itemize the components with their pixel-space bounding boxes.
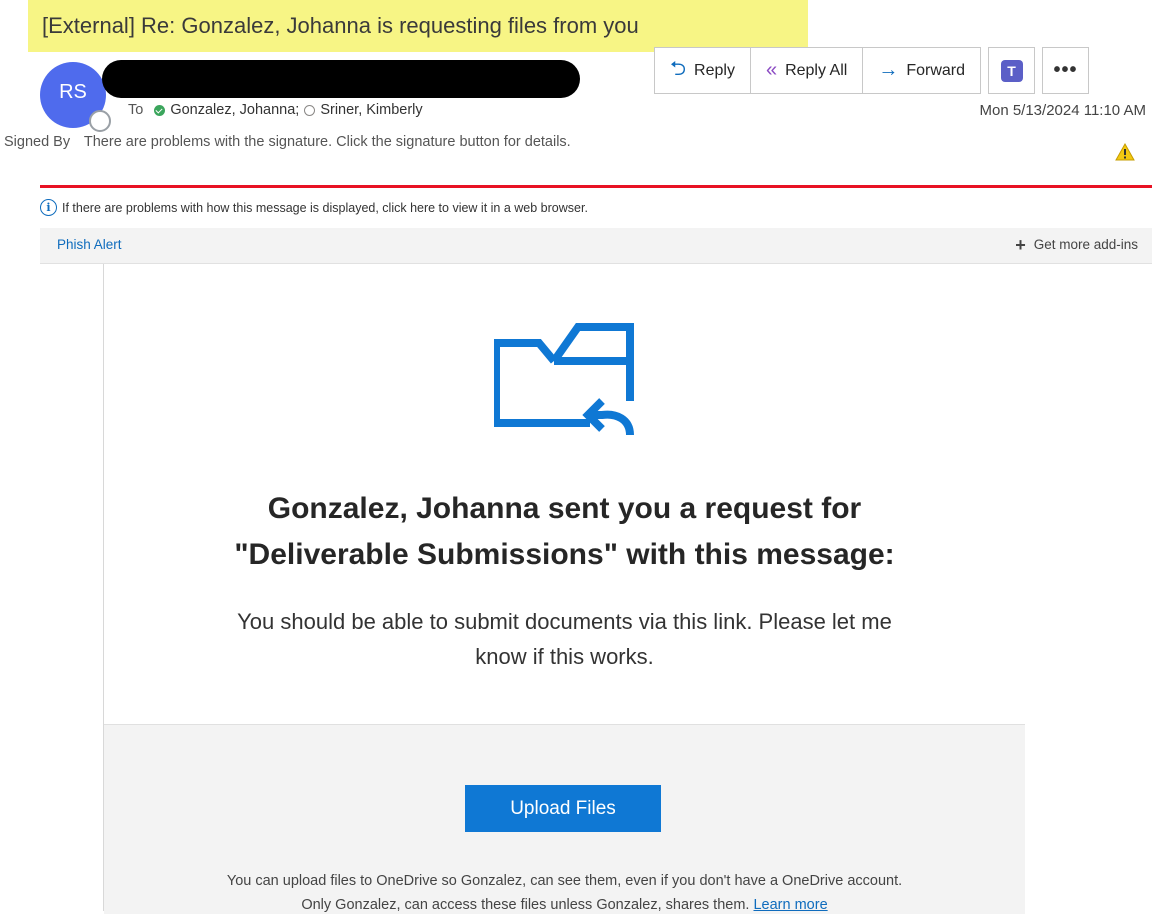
request-message: You should be able to submit documents v… <box>144 604 985 674</box>
footnote-line: You can upload files to OneDrive so Gonz… <box>226 873 903 889</box>
addins-bar: Phish Alert + Get more add-ins <box>40 228 1152 264</box>
warning-icon[interactable] <box>1115 143 1135 161</box>
reply-button-group: ⮌ Reply « Reply All → Forward <box>654 47 981 94</box>
footnote-line: Only Gonzalez, can access these files un… <box>104 893 1025 917</box>
recipients-line: To Gonzalez, Johanna; Sriner, Kimberly <box>128 102 423 118</box>
recipient-name[interactable]: Gonzalez, Johanna; <box>170 102 299 118</box>
get-more-addins-button[interactable]: + Get more add-ins <box>1015 234 1138 255</box>
message-line: You should be able to submit documents v… <box>237 609 892 634</box>
upload-panel: Upload Files You can upload files to One… <box>104 724 1025 914</box>
recipient-name[interactable]: Sriner, Kimberly <box>320 102 422 118</box>
more-actions-button[interactable]: ••• <box>1042 47 1089 94</box>
reply-all-label: Reply All <box>785 61 848 79</box>
info-bar[interactable]: i If there are problems with how this me… <box>40 199 588 216</box>
avatar-initials: RS <box>59 80 87 103</box>
plus-icon: + <box>1015 234 1026 255</box>
reply-label: Reply <box>694 61 735 79</box>
request-headline: Gonzalez, Johanna sent you a request for… <box>104 486 1025 578</box>
sent-datetime: Mon 5/13/2024 11:10 AM <box>979 102 1146 119</box>
reply-all-icon: « <box>765 59 778 81</box>
teams-icon: T <box>1000 59 1023 82</box>
offline-status-icon <box>304 104 316 116</box>
forward-label: Forward <box>906 61 965 79</box>
reply-icon: ⮌ <box>670 57 687 80</box>
presence-status-icon <box>89 110 111 132</box>
forward-button[interactable]: → Forward <box>863 48 980 93</box>
email-body: Gonzalez, Johanna sent you a request for… <box>103 264 1025 914</box>
phish-alert-button[interactable]: Phish Alert <box>57 237 122 252</box>
info-bar-text: If there are problems with how this mess… <box>62 200 588 215</box>
signed-by-label: Signed By <box>4 134 71 150</box>
to-label: To <box>128 102 144 118</box>
message-line: know if this works. <box>475 644 654 669</box>
message-toolbar: ⮌ Reply « Reply All → Forward T ••• <box>654 47 1089 94</box>
info-icon: i <box>40 199 57 216</box>
sender-name-redaction <box>102 60 580 98</box>
headline-line: "Deliverable Submissions" with this mess… <box>234 538 895 571</box>
signature-warning-rule <box>40 185 1152 188</box>
more-icon: ••• <box>1053 59 1078 81</box>
headline-line: Gonzalez, Johanna sent you a request for <box>267 492 862 525</box>
forward-icon: → <box>878 59 899 81</box>
folder-request-icon <box>494 323 634 436</box>
email-subject: [External] Re: Gonzalez, Johanna is requ… <box>28 0 808 52</box>
upload-footnote: You can upload files to OneDrive so Gonz… <box>104 869 1025 917</box>
teams-button[interactable]: T <box>988 47 1035 94</box>
signature-status-text: There are problems with the signature. C… <box>83 134 571 150</box>
available-status-icon <box>154 104 166 116</box>
signed-by-line[interactable]: Signed By There are problems with the si… <box>4 134 571 150</box>
reply-all-button[interactable]: « Reply All <box>751 48 864 93</box>
reply-button[interactable]: ⮌ Reply <box>655 48 751 93</box>
get-more-addins-label: Get more add-ins <box>1033 237 1138 252</box>
upload-files-button[interactable]: Upload Files <box>465 785 661 832</box>
